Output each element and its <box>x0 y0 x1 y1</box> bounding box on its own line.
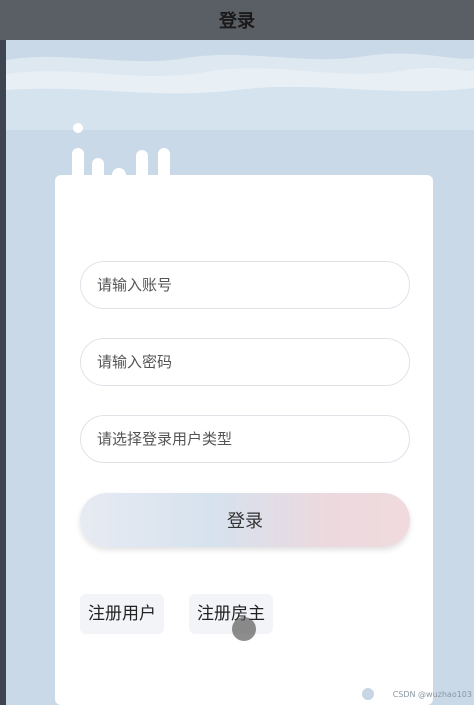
password-input[interactable] <box>80 338 410 386</box>
touch-cursor <box>232 617 256 641</box>
register-landlord-button[interactable]: 注册房主 <box>189 594 273 634</box>
register-user-button[interactable]: 注册用户 <box>80 594 164 634</box>
hills-decoration <box>6 40 474 130</box>
decorative-dot <box>362 688 374 700</box>
account-input[interactable] <box>80 261 410 309</box>
nav-bar: 登录 <box>0 0 474 40</box>
user-type-select[interactable] <box>80 415 410 463</box>
login-button[interactable]: 登录 <box>80 493 410 547</box>
watermark: CSDN @wuzhao103 <box>392 690 472 699</box>
decorative-bars <box>72 123 182 218</box>
page-title: 登录 <box>219 11 255 32</box>
